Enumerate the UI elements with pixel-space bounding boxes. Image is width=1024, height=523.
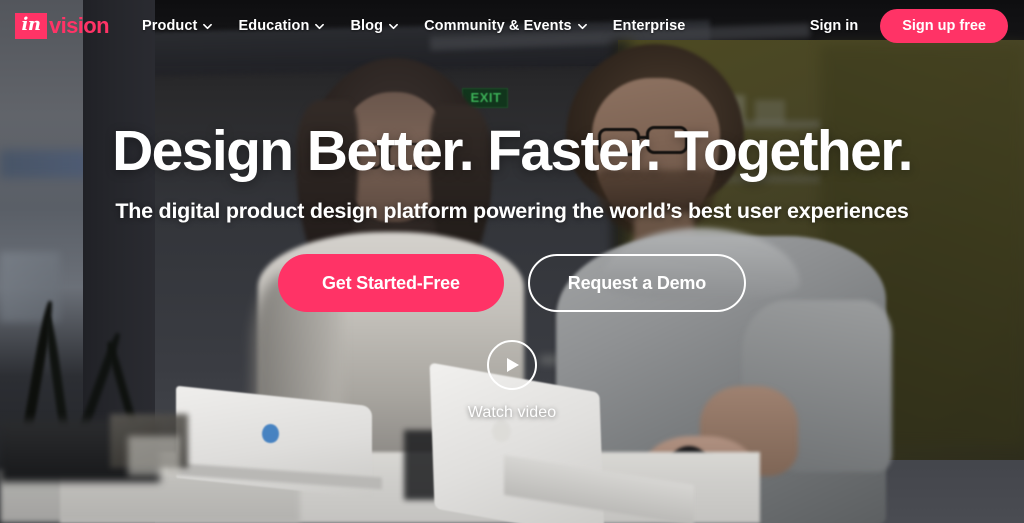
request-a-demo-button[interactable]: Request a Demo (527, 253, 747, 312)
logo-wordmark: vision (49, 13, 110, 38)
nav-item-product[interactable]: Product (141, 18, 213, 34)
nav-item-blog[interactable]: Blog (350, 18, 399, 34)
invision-logo[interactable]: in vision (15, 13, 110, 39)
watch-video-control[interactable]: Watch video (467, 339, 557, 422)
nav-links: Product Education Blog Community & Event… (142, 18, 685, 34)
chevron-down-icon (389, 22, 399, 31)
invision-logo-icon: in (15, 13, 47, 39)
sign-up-free-button[interactable]: Sign up free (880, 8, 1008, 44)
chevron-down-icon (577, 22, 587, 31)
nav-item-label: Education (238, 18, 310, 34)
nav-item-label: Product (141, 18, 198, 34)
get-started-free-button[interactable]: Get Started-Free (277, 253, 504, 312)
nav-item-education[interactable]: Education (238, 18, 325, 34)
nav-item-community-and-events[interactable]: Community & Events (424, 18, 587, 34)
nav-item-label: Enterprise (612, 18, 686, 34)
logo-mark-text: in (21, 14, 41, 35)
hero-headline: Design Better. Faster. Together. (112, 119, 913, 183)
nav-item-enterprise[interactable]: Enterprise (613, 18, 686, 34)
top-navigation-bar: in vision Product Education Blog Communi… (0, 0, 1024, 52)
exit-sign-text: EXIT (470, 90, 502, 105)
nav-actions: Sign in Sign up free (810, 8, 1008, 44)
sign-in-link[interactable]: Sign in (810, 18, 858, 34)
hero-section: EXIT in vision Product Education Blog Co… (0, 0, 1024, 523)
nav-item-label: Blog (350, 18, 384, 34)
play-triangle-icon (503, 357, 520, 373)
play-button-circle[interactable] (486, 339, 537, 390)
chevron-down-icon (203, 22, 213, 31)
nav-item-label: Community & Events (424, 18, 572, 34)
chevron-down-icon (315, 22, 325, 31)
watch-video-label: Watch video (467, 403, 557, 421)
hero-cta-row: Get Started-Free Request a Demo (277, 253, 747, 312)
hero-subheadline: The digital product design platform powe… (115, 198, 909, 223)
